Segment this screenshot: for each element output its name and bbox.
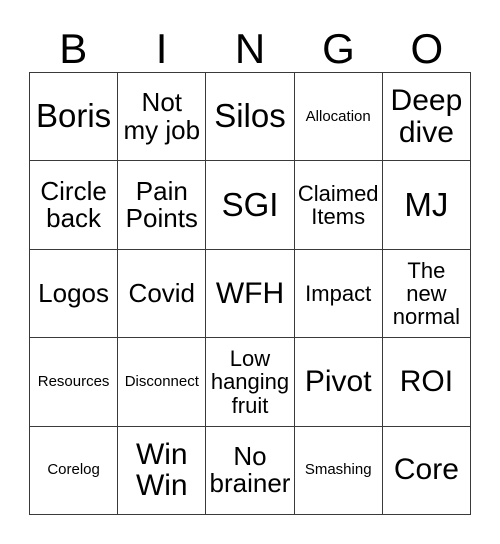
bingo-cell[interactable]: Core (382, 426, 471, 515)
bingo-cell-label: WFH (215, 276, 285, 310)
bingo-cell-label: Logos (38, 277, 110, 308)
bingo-cell-label: Low hanging fruit (210, 345, 290, 418)
bingo-cell-label: Resources (37, 372, 110, 390)
bingo-cell[interactable]: SGI (206, 161, 295, 250)
bingo-cell-label: Pain Points (125, 175, 198, 234)
bingo-grid: Boris Not my job Silos Allocation Deep dive C… (29, 72, 471, 515)
bingo-cell[interactable]: Impact (294, 249, 383, 339)
bingo-cell[interactable]: MJ (382, 161, 471, 250)
bingo-cell[interactable]: No brainer (206, 426, 295, 515)
bingo-header-letter-n: N (234, 25, 266, 72)
bingo-cell[interactable]: Logos (30, 249, 119, 339)
bingo-cell[interactable]: Resources (30, 338, 119, 427)
bingo-cell-label: Allocation (305, 107, 371, 125)
bingo-cell-label: MJ (404, 185, 449, 223)
bingo-cell-label: Circle back (40, 175, 107, 234)
bingo-header-letter-o: O (410, 25, 444, 72)
bingo-cell-label: Win Win (135, 437, 188, 503)
bingo-cell[interactable]: Covid (118, 249, 207, 339)
bingo-cell[interactable]: The new normal (382, 249, 471, 339)
bingo-cell-label: Corelog (47, 461, 100, 479)
bingo-cell-label: Pivot (304, 364, 372, 398)
bingo-cell-label: SGI (221, 185, 279, 223)
bingo-cell[interactable]: Smashing (294, 426, 383, 515)
bingo-card: B I N G O Boris Not my job Silos Allocation Deep… (0, 0, 500, 544)
bingo-cell-label: Not my job (123, 87, 201, 145)
bingo-header-letter-g: G (322, 25, 355, 72)
bingo-cell-label: Claimed Items (297, 180, 379, 230)
bingo-header-letter-b: B (59, 25, 88, 72)
bingo-cell-label: Disconnect (124, 372, 199, 390)
bingo-cell-label: Covid (128, 277, 196, 308)
bingo-cell[interactable]: ROI (382, 338, 471, 427)
bingo-cell[interactable]: Pivot (294, 338, 383, 427)
bingo-cell[interactable]: Deep dive (382, 73, 471, 162)
bingo-cell[interactable]: Boris (30, 73, 119, 162)
bingo-cell[interactable]: Allocation (294, 73, 383, 162)
bingo-cell-label: Impact (305, 280, 372, 306)
bingo-cell[interactable]: Disconnect (118, 338, 207, 427)
bingo-cell[interactable]: Win Win (118, 426, 207, 515)
bingo-cell[interactable]: WFH (206, 249, 295, 339)
bingo-cell[interactable]: Silos (206, 73, 295, 162)
bingo-cell[interactable]: Not my job (118, 73, 207, 162)
bingo-cell[interactable]: Corelog (30, 426, 119, 515)
bingo-cell-label: Smashing (304, 461, 372, 479)
bingo-cell-label: Deep dive (390, 83, 463, 149)
bingo-cell[interactable]: Claimed Items (294, 161, 383, 250)
bingo-header-row: BINGO (29, 14, 471, 72)
bingo-cell-label: Silos (214, 97, 286, 135)
bingo-cell-label: ROI (399, 364, 454, 398)
bingo-cell[interactable]: Pain Points (118, 161, 207, 250)
bingo-cell-label: Boris (36, 97, 112, 135)
bingo-cell[interactable]: Low hanging fruit (206, 338, 295, 427)
bingo-header-letter-i: I (155, 25, 168, 72)
bingo-cell-label: The new normal (392, 257, 461, 330)
bingo-cell-label: Core (393, 453, 459, 487)
bingo-cell[interactable]: Circle back (30, 161, 119, 250)
bingo-cell-label: No brainer (209, 440, 291, 499)
